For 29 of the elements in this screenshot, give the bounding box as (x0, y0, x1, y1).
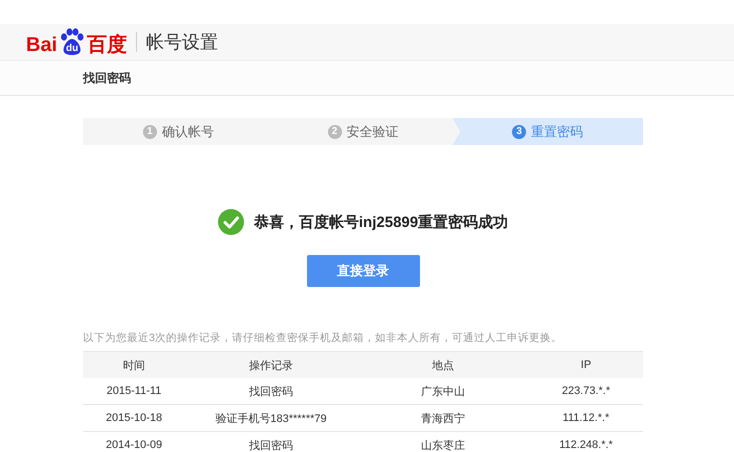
progress-step: 3 重置密码 (452, 118, 644, 145)
success-message: 恭喜，百度帐号inj25899重置密码成功 (254, 212, 508, 232)
notice-text: 以下为您最近3次的操作记录，请仔细检查密保手机及邮箱，如非本人所有，可通过人工申诉更换。 (83, 331, 563, 345)
column-header: 地点 (357, 352, 529, 378)
login-button[interactable]: 直接登录 (306, 255, 420, 287)
column-header: 时间 (83, 352, 185, 378)
table-cell: 112.248.*.* (529, 432, 643, 452)
step-number: 3 (512, 124, 526, 138)
logo-text: 百度 (87, 34, 128, 56)
table-cell: 2015-11-11 (83, 378, 185, 404)
table-cell: 青海西宁 (357, 404, 529, 432)
progress-step: 1 确认帐号 (83, 118, 274, 145)
table-cell: 找回密码 (185, 432, 357, 452)
table-cell: 223.73.*.* (529, 378, 643, 404)
step-number: 1 (142, 124, 157, 138)
column-header: IP (529, 352, 643, 378)
table-cell: 2015-10-18 (83, 404, 185, 432)
logo-text: Bai (26, 34, 58, 56)
table-cell: 找回密码 (185, 378, 357, 404)
success-check-icon (218, 209, 244, 235)
table-cell: 广东中山 (357, 378, 529, 404)
table-cell: 山东枣庄 (357, 432, 529, 452)
page-title: 帐号设置 (146, 31, 218, 54)
breadcrumb: 找回密码 (83, 70, 131, 86)
table-cell: 验证手机号183******79 (185, 404, 357, 432)
table-cell: 111.12.*.* (529, 404, 643, 432)
table-cell: 2014-10-09 (83, 432, 185, 452)
step-number: 2 (328, 124, 342, 138)
column-header: 操作记录 (185, 352, 357, 378)
